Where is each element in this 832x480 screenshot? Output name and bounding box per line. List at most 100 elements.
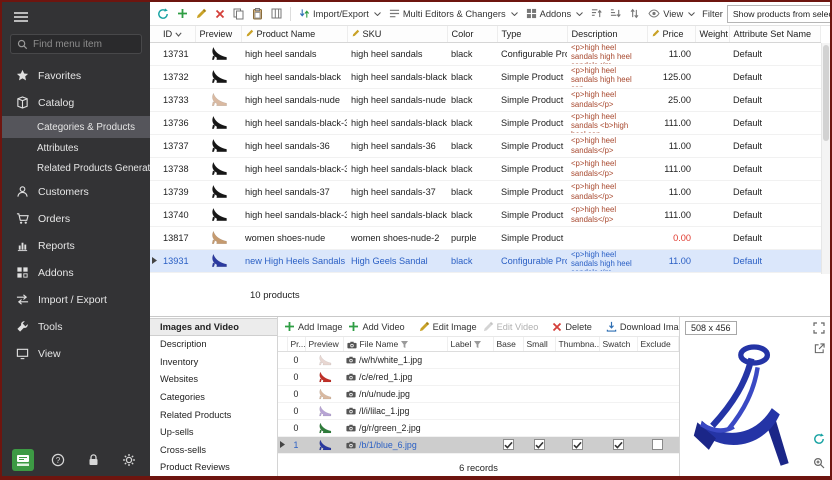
tab-websites[interactable]: Websites [150,371,277,389]
product-row-13733[interactable]: 13733high heel sandals-nudehigh heel san… [150,88,821,111]
column-header-color[interactable]: Color [447,26,497,42]
toolbar-multi-editors-dropdown[interactable]: Multi Editors & Changers [386,6,521,21]
product-name: new High Heels Sandals [241,249,347,272]
column-header-preview[interactable]: Preview [195,26,241,42]
lock-button[interactable] [82,448,106,472]
base-checkbox[interactable] [503,439,514,450]
column-header-small[interactable]: Small [523,337,555,351]
toolbar-reorder-button[interactable] [626,6,643,21]
addons-icon [15,266,29,279]
image-row-2[interactable]: 0/c/e/red_1.jpg [278,368,679,385]
image-row-3[interactable]: 0/n/u/nude.jpg [278,385,679,402]
column-header-id[interactable]: ID [159,26,195,42]
scrollbar-thumb[interactable] [823,45,829,141]
image-row-6[interactable]: 1/b/1/blue_6.jpg [278,436,679,453]
tab-inventory[interactable]: Inventory [150,353,277,371]
product-row-13817[interactable]: 13817women shoes-nudewomen shoes-nude-2p… [150,226,821,249]
product-row-13738[interactable]: 13738high heel sandals-black-37high heel… [150,157,821,180]
column-header-name[interactable]: Product Name [241,26,347,42]
row-marker [150,203,159,226]
column-header-exclude[interactable]: Exclude [637,337,679,351]
fullscreen-icon[interactable] [812,321,826,335]
sidebar-item-addons[interactable]: Addons [2,259,150,286]
product-sku: high heel sandals-nude [347,88,447,111]
toolbar-sort-ascending-button[interactable] [588,6,605,21]
product-row-13740[interactable]: 13740high heel sandals-black-38high heel… [150,203,821,226]
add-video-button[interactable]: Add Video [346,320,406,333]
sidebar-item-customers[interactable]: Customers [2,178,150,205]
product-row-13739[interactable]: 13739high heel sandals-37high heel sanda… [150,180,821,203]
product-row-13931[interactable]: 13931new High Heels SandalsHigh Geels Sa… [150,249,821,272]
exclude-checkbox[interactable] [652,439,663,450]
toolbar-delete-product-button[interactable] [212,7,228,21]
toolbar-copy-button[interactable] [230,6,247,22]
column-header-swatch[interactable]: Swatch [599,337,637,351]
refresh-preview-icon[interactable] [812,432,826,446]
store-button[interactable] [11,448,35,472]
help-button[interactable]: ? [46,448,70,472]
column-header-file_name[interactable]: File Name [343,337,447,351]
sidebar-item-orders[interactable]: Orders [2,205,150,232]
sidebar-item-view[interactable]: View [2,340,150,367]
sidebar-item-favorites[interactable]: Favorites [2,62,150,89]
image-row-1[interactable]: 0/w/h/white_1.jpg [278,351,679,368]
sidebar-item-catalog[interactable]: Catalog [2,89,150,116]
copy-icon [233,8,244,20]
sidebar-item-related-products-generator[interactable]: Related Products Generator [2,158,150,178]
open-external-icon[interactable] [812,341,826,355]
edit-image-button[interactable]: Edit Image [417,320,479,333]
menu-search-input[interactable] [33,39,135,50]
image-row-4[interactable]: 0/l/i/lilac_1.jpg [278,402,679,419]
product-row-13732[interactable]: 13732high heel sandals-blackhigh heel sa… [150,65,821,88]
toolbar-grid-columns-button[interactable] [268,6,285,21]
column-header-attribute_set[interactable]: Attribute Set Name [729,26,821,42]
toolbar-refresh-button[interactable] [154,6,172,22]
tab-up-sells[interactable]: Up-sells [150,423,277,441]
toolbar-import-export-dropdown[interactable]: Import/Export [296,6,384,21]
column-header-label[interactable]: Label [447,337,493,351]
toolbar-sort-descending-button[interactable] [607,6,624,21]
sidebar-item-attributes[interactable]: Attributes [2,138,150,158]
zoom-icon[interactable] [812,456,826,470]
sidebar-item-categories-products[interactable]: Categories & Products [2,116,150,138]
toolbar-edit-product-button[interactable] [193,6,210,21]
add-image-button[interactable]: Add Image [282,320,344,333]
product-weight [695,134,729,157]
sidebar-item-tools[interactable]: Tools [2,313,150,340]
toolbar-add-product-button[interactable] [174,6,191,21]
sidebar-item-reports[interactable]: Reports [2,232,150,259]
download-image-button[interactable]: Download Image [604,320,679,333]
tab-cross-sells[interactable]: Cross-sells [150,441,277,459]
tab-images-and-video[interactable]: Images and Video [150,318,277,336]
column-header-position[interactable]: Pr... [287,337,305,351]
column-header-description[interactable]: Description [567,26,647,42]
column-header-price[interactable]: Price [647,26,695,42]
column-header-type[interactable]: Type [497,26,567,42]
column-header-preview[interactable]: Preview [305,337,343,351]
swatch-checkbox[interactable] [613,439,624,450]
settings-button[interactable] [117,448,141,472]
delete-button[interactable]: Delete [550,321,594,333]
product-row-13731[interactable]: 13731high heel sandalshigh heel sandalsb… [150,42,821,65]
toolbar-addons-dropdown[interactable]: Addons [523,6,587,21]
tab-categories[interactable]: Categories [150,388,277,406]
tab-related-products[interactable]: Related Products [150,406,277,424]
column-header-weight[interactable]: Weight [695,26,729,42]
grid-vertical-scrollbar[interactable] [821,43,830,274]
hamburger-menu-icon[interactable] [13,11,29,23]
tab-description[interactable]: Description [150,336,277,354]
small-checkbox[interactable] [534,439,545,450]
toolbar-paste-button[interactable] [249,6,266,22]
category-filter-select[interactable]: Show products from selected categories [727,5,830,23]
column-header-sku[interactable]: SKU [347,26,447,42]
product-color: black [447,88,497,111]
thumbnail-checkbox[interactable] [572,439,583,450]
product-row-13737[interactable]: 13737high heel sandals-36high heel sanda… [150,134,821,157]
tab-product-reviews[interactable]: Product Reviews [150,458,277,476]
image-row-5[interactable]: 0/g/r/green_2.jpg [278,419,679,436]
column-header-thumbnail[interactable]: Thumbna... [555,337,599,351]
product-row-13736[interactable]: 13736high heel sandals-black-36high heel… [150,111,821,134]
sidebar-item-import-export[interactable]: Import / Export [2,286,150,313]
toolbar-view-dropdown[interactable]: View [645,7,698,21]
column-header-base[interactable]: Base [493,337,523,351]
